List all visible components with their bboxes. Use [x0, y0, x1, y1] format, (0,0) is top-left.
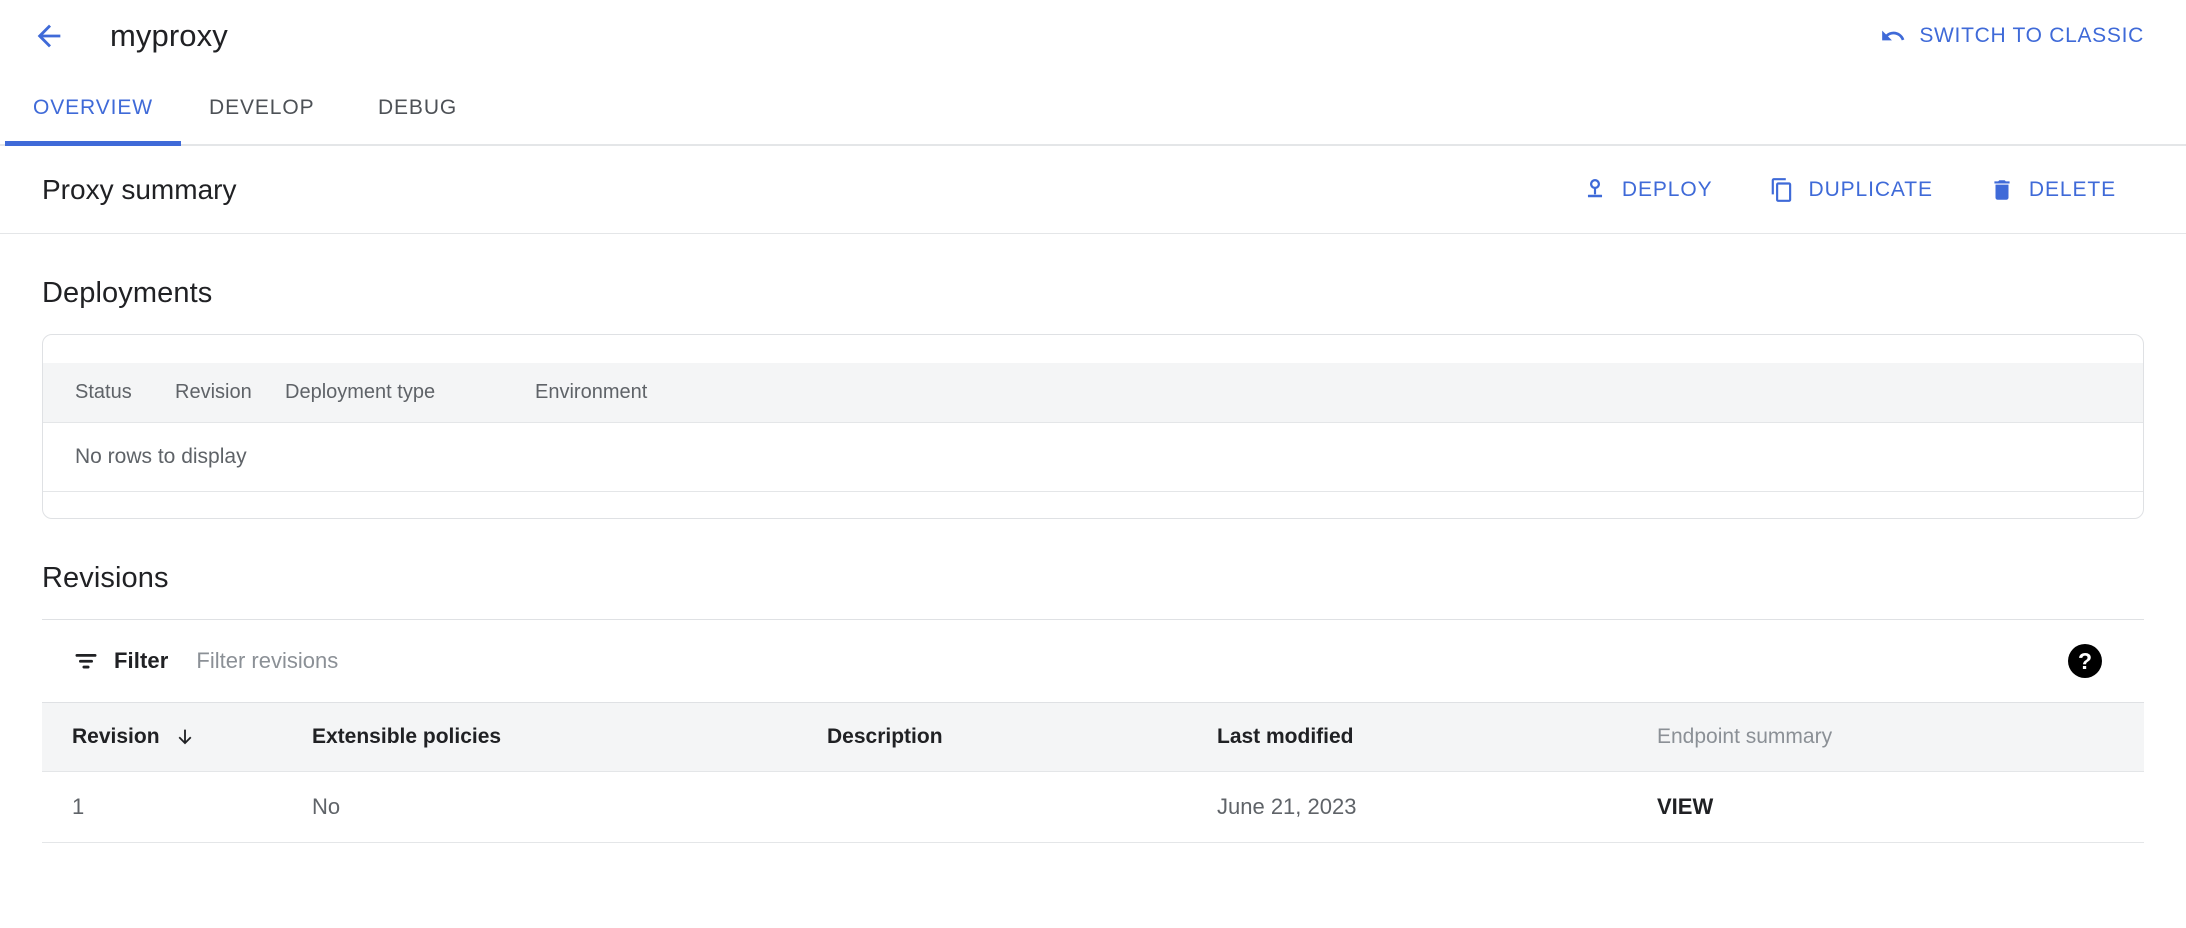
table-row[interactable]: 1 No June 21, 2023 VIEW: [42, 772, 2144, 843]
dep-column-deployment-type[interactable]: Deployment type: [285, 363, 535, 423]
rev-column-revision-label: Revision: [72, 725, 160, 749]
summary-actions: DEPLOY DUPLICATE DELETE: [1554, 167, 2144, 213]
delete-label: DELETE: [2029, 178, 2116, 202]
revision-sort-control[interactable]: Revision: [72, 725, 196, 749]
filter-revisions-input[interactable]: [196, 641, 2068, 681]
tab-debug[interactable]: DEBUG: [343, 72, 493, 144]
revisions-table-body: 1 No June 21, 2023 VIEW: [42, 772, 2144, 843]
dep-empty-pad-right: [2107, 423, 2143, 492]
cell-last-modified: June 21, 2023: [1217, 772, 1657, 843]
switch-to-classic-button[interactable]: SWITCH TO CLASSIC: [1880, 23, 2144, 49]
dep-head-pad-right: [2107, 363, 2143, 423]
back-button[interactable]: [26, 13, 72, 59]
tab-overview-label: OVERVIEW: [33, 96, 153, 120]
trash-icon: [1989, 177, 2015, 203]
revisions-filter-bar: Filter ?: [42, 619, 2144, 703]
cell-description: [827, 772, 1217, 843]
filter-label: Filter: [114, 648, 168, 674]
deployments-heading: Deployments: [42, 277, 2144, 310]
cell-extensible-policies: No: [312, 772, 827, 843]
tab-overview[interactable]: OVERVIEW: [5, 72, 181, 144]
publish-pin-icon: [1582, 177, 1608, 203]
main-content: Deployments Status Revision Deployment t…: [0, 277, 2186, 843]
revisions-block: Filter ? Revision: [42, 619, 2144, 843]
rev-column-description[interactable]: Description: [827, 703, 1217, 772]
deployments-card: Status Revision Deployment type Environm…: [42, 334, 2144, 519]
filter-list-icon: [72, 647, 100, 675]
dep-column-revision[interactable]: Revision: [175, 363, 285, 423]
duplicate-label: DUPLICATE: [1809, 178, 1933, 202]
rev-column-extensible-policies[interactable]: Extensible policies: [312, 703, 827, 772]
revisions-heading: Revisions: [42, 562, 2144, 595]
proxy-summary-bar: Proxy summary DEPLOY DUPLICATE: [0, 146, 2186, 234]
rev-column-endpoint-summary[interactable]: Endpoint summary: [1657, 703, 2144, 772]
revisions-table: Revision Extensible policies Description…: [42, 703, 2144, 843]
top-bar: myproxy SWITCH TO CLASSIC: [0, 0, 2186, 72]
delete-button[interactable]: DELETE: [1961, 167, 2144, 213]
tab-bar: OVERVIEW DEVELOP DEBUG: [0, 72, 2186, 146]
arrow-back-icon: [32, 19, 66, 53]
cell-endpoint-summary-view-link[interactable]: VIEW: [1657, 772, 2144, 843]
help-icon[interactable]: ?: [2068, 644, 2102, 678]
dep-head-pad-left: [43, 363, 75, 423]
page-title: myproxy: [110, 18, 228, 54]
deployments-empty-row: No rows to display: [43, 423, 2143, 492]
proxy-summary-title: Proxy summary: [42, 174, 236, 206]
tab-develop[interactable]: DEVELOP: [181, 72, 343, 144]
deploy-button[interactable]: DEPLOY: [1554, 167, 1741, 213]
deployments-header-row: Status Revision Deployment type Environm…: [43, 363, 2143, 423]
filter-button[interactable]: Filter: [72, 647, 172, 675]
revisions-header-row: Revision Extensible policies Description…: [42, 703, 2144, 772]
deployments-table-body: No rows to display: [43, 423, 2143, 492]
dep-empty-pad-left: [43, 423, 75, 492]
dep-column-environment[interactable]: Environment: [535, 363, 2107, 423]
tab-develop-label: DEVELOP: [209, 96, 315, 120]
copy-icon: [1769, 177, 1795, 203]
deployments-table: Status Revision Deployment type Environm…: [43, 363, 2143, 492]
revisions-table-head: Revision Extensible policies Description…: [42, 703, 2144, 772]
deployments-table-head: Status Revision Deployment type Environm…: [43, 363, 2143, 423]
rev-column-revision[interactable]: Revision: [42, 703, 312, 772]
rev-column-last-modified[interactable]: Last modified: [1217, 703, 1657, 772]
cell-revision: 1: [42, 772, 312, 843]
undo-icon: [1880, 23, 1906, 49]
tab-debug-label: DEBUG: [378, 96, 457, 120]
dep-column-status[interactable]: Status: [75, 363, 175, 423]
deploy-label: DEPLOY: [1622, 178, 1713, 202]
switch-to-classic-label: SWITCH TO CLASSIC: [1919, 24, 2144, 48]
duplicate-button[interactable]: DUPLICATE: [1741, 167, 1961, 213]
sort-arrow-down-icon: [174, 726, 196, 748]
deployments-empty-message: No rows to display: [75, 423, 2107, 492]
